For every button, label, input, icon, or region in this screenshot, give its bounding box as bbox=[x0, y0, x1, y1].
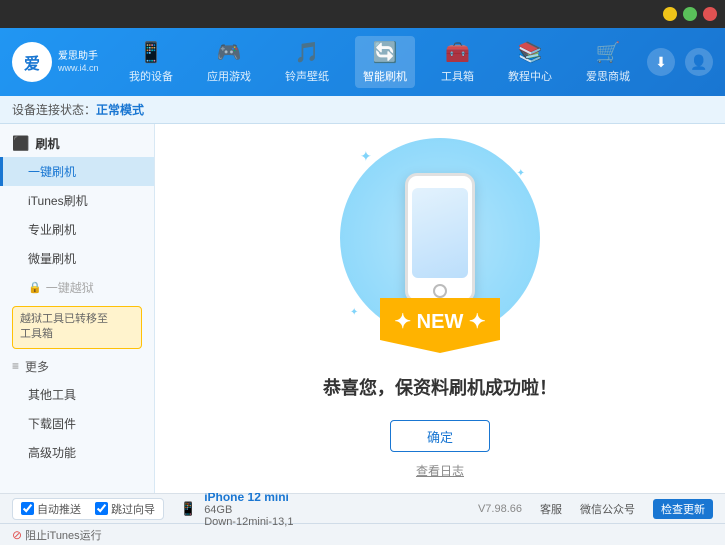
more-section-icon: ≡ bbox=[12, 359, 19, 373]
close-button[interactable] bbox=[703, 7, 717, 21]
sidebar-item-jailbreak: 🔒 一键越狱 bbox=[0, 273, 154, 302]
nav-right: ⬇ 👤 bbox=[647, 48, 713, 76]
status-bar: 设备连接状态： 正常模式 bbox=[0, 96, 725, 124]
customer-service-link[interactable]: 客服 bbox=[540, 501, 562, 517]
logo-area: 爱 爱思助手 www.i4.cn bbox=[12, 42, 112, 82]
store-icon: 🛒 bbox=[596, 40, 621, 65]
skip-guide-checkbox[interactable]: 跳过向导 bbox=[95, 501, 155, 517]
stop-icon: ⊘ bbox=[12, 528, 22, 542]
sparkle-icon-2: ✦ bbox=[517, 168, 525, 179]
confirm-button[interactable]: 确定 bbox=[390, 420, 490, 452]
nav-my-device[interactable]: 📱 我的设备 bbox=[121, 36, 181, 88]
logo-icon: 爱 bbox=[12, 42, 52, 82]
nav-apps-games[interactable]: 🎮 应用游戏 bbox=[199, 36, 259, 88]
apps-games-icon: 🎮 bbox=[217, 40, 242, 65]
nav-store[interactable]: 🛒 爱思商城 bbox=[578, 36, 638, 88]
sidebar-item-advanced[interactable]: 高级功能 bbox=[0, 438, 154, 467]
device-info: iPhone 12 mini 64GB Down-12mini-13,1 bbox=[204, 490, 293, 528]
nav-smart-flash[interactable]: 🔄 智能刷机 bbox=[355, 36, 415, 88]
ribbon-svg: ✦ NEW ✦ bbox=[380, 298, 500, 353]
sidebar-item-other-tools[interactable]: 其他工具 bbox=[0, 380, 154, 409]
sidebar-item-download-firmware[interactable]: 下载固件 bbox=[0, 409, 154, 438]
device-info-section: 📱 iPhone 12 mini 64GB Down-12mini-13,1 bbox=[180, 490, 293, 528]
phone-shape bbox=[405, 173, 475, 303]
skip-guide-input[interactable] bbox=[95, 502, 108, 515]
title-bar bbox=[0, 0, 725, 28]
my-device-icon: 📱 bbox=[139, 40, 164, 65]
top-nav: 爱 爱思助手 www.i4.cn 📱 我的设备 🎮 应用游戏 🎵 铃声壁纸 🔄 … bbox=[0, 28, 725, 96]
sidebar-item-micro-flash[interactable]: 微量刷机 bbox=[0, 244, 154, 273]
check-update-button[interactable]: 检查更新 bbox=[653, 499, 713, 519]
maximize-button[interactable] bbox=[683, 7, 697, 21]
jailbreak-notice-text: 越狱工具已转移至工具箱 bbox=[20, 313, 108, 340]
flash-section-icon: ⬛ bbox=[12, 135, 29, 152]
content-area: ✦ ✦ ✦ ✦ NEW ✦ 恭喜您，保资料刷机成功啦！ 确定 查看日志 bbox=[155, 124, 725, 493]
sparkle-icon-3: ✦ bbox=[350, 307, 358, 318]
account-button[interactable]: 👤 bbox=[685, 48, 713, 76]
stop-itunes-button[interactable]: ⊘ 阻止iTunes运行 bbox=[12, 527, 102, 543]
nav-toolbox[interactable]: 🧰 工具箱 bbox=[433, 36, 482, 88]
device-storage: 64GB bbox=[204, 504, 293, 516]
success-text: 恭喜您，保资料刷机成功啦！ bbox=[323, 374, 557, 400]
svg-text:✦ NEW ✦: ✦ NEW ✦ bbox=[394, 311, 485, 333]
nav-tutorial[interactable]: 📚 教程中心 bbox=[500, 36, 560, 88]
stop-itunes-bar: ⊘ 阻止iTunes运行 bbox=[0, 523, 725, 545]
auto-push-checkbox[interactable]: 自动推送 bbox=[21, 501, 81, 517]
smart-flash-icon: 🔄 bbox=[373, 40, 398, 65]
nav-items: 📱 我的设备 🎮 应用游戏 🎵 铃声壁纸 🔄 智能刷机 🧰 工具箱 📚 教程中心… bbox=[112, 36, 647, 88]
bottom-bar: 自动推送 跳过向导 📱 iPhone 12 mini 64GB Down-12m… bbox=[0, 493, 725, 523]
sidebar: ⬛ 刷机 一键刷机 iTunes刷机 专业刷机 微量刷机 🔒 一键越狱 越狱工具… bbox=[0, 124, 155, 493]
bottom-right: V7.98.66 客服 微信公众号 检查更新 bbox=[478, 499, 713, 519]
sidebar-item-pro-flash[interactable]: 专业刷机 bbox=[0, 215, 154, 244]
logo-text: 爱思助手 www.i4.cn bbox=[58, 50, 99, 75]
new-badge-container: ✦ NEW ✦ bbox=[380, 298, 500, 358]
checkbox-group: 自动推送 跳过向导 bbox=[12, 498, 164, 520]
device-firmware: Down-12mini-13,1 bbox=[204, 516, 293, 528]
sparkle-icon-1: ✦ bbox=[360, 148, 372, 165]
download-button[interactable]: ⬇ bbox=[647, 48, 675, 76]
phone-illustration: ✦ ✦ ✦ ✦ NEW ✦ bbox=[340, 138, 540, 358]
minimize-button[interactable] bbox=[663, 7, 677, 21]
nav-ringtone[interactable]: 🎵 铃声壁纸 bbox=[277, 36, 337, 88]
phone-screen bbox=[412, 188, 468, 278]
wechat-public-link[interactable]: 微信公众号 bbox=[580, 501, 635, 517]
more-section-header: ≡ 更多 bbox=[0, 353, 154, 380]
tutorial-icon: 📚 bbox=[518, 40, 543, 65]
main-layout: ⬛ 刷机 一键刷机 iTunes刷机 专业刷机 微量刷机 🔒 一键越狱 越狱工具… bbox=[0, 124, 725, 493]
sidebar-item-one-key-flash[interactable]: 一键刷机 bbox=[0, 157, 154, 186]
toolbox-icon: 🧰 bbox=[445, 40, 470, 65]
version-text: V7.98.66 bbox=[478, 503, 522, 515]
flash-section-header: ⬛ 刷机 bbox=[0, 130, 154, 157]
device-phone-icon: 📱 bbox=[180, 501, 196, 517]
jailbreak-notice-box: 越狱工具已转移至工具箱 bbox=[12, 306, 142, 349]
ringtone-icon: 🎵 bbox=[295, 40, 320, 65]
connection-status: 正常模式 bbox=[96, 101, 144, 118]
phone-home-button bbox=[433, 284, 447, 298]
sidebar-item-itunes-flash[interactable]: iTunes刷机 bbox=[0, 186, 154, 215]
goto-today-link[interactable]: 查看日志 bbox=[416, 462, 464, 479]
auto-push-input[interactable] bbox=[21, 502, 34, 515]
